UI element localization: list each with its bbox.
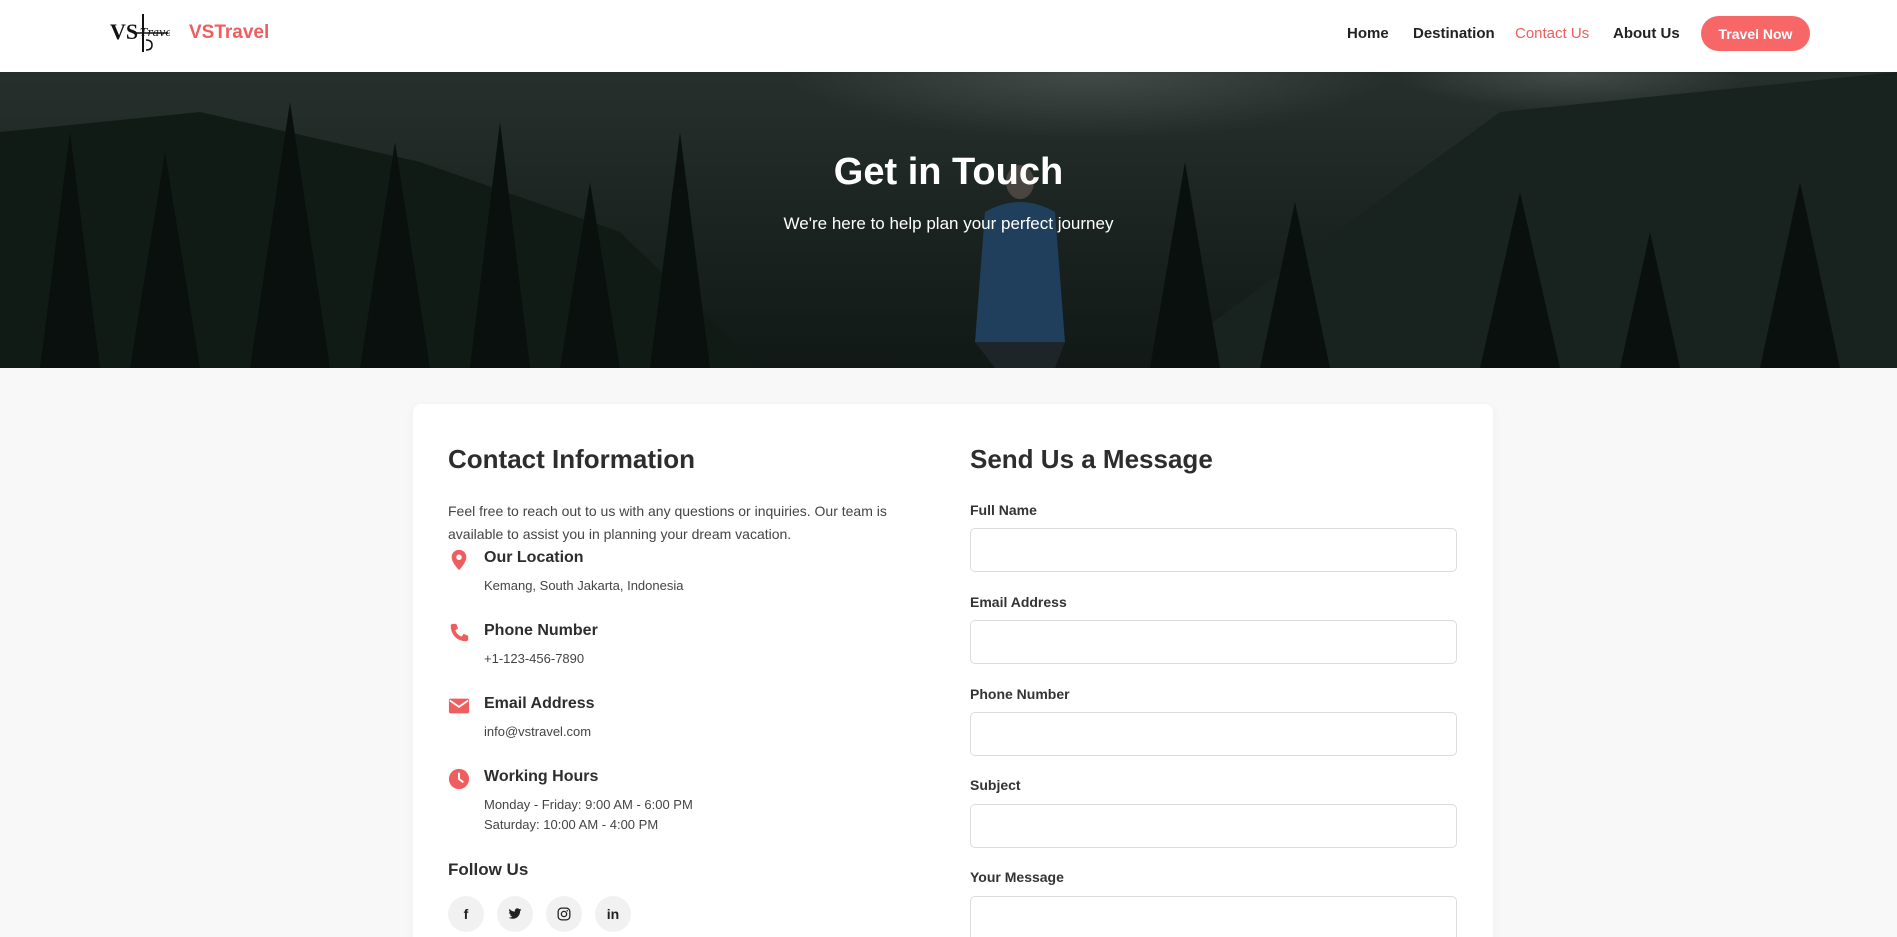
full-name-label: Full Name xyxy=(970,502,1037,518)
hero-banner: Get in Touch We're here to help plan you… xyxy=(0,72,1897,368)
subject-label: Subject xyxy=(970,777,1021,793)
subject-field[interactable] xyxy=(970,804,1457,848)
phone-icon xyxy=(450,623,469,642)
send-message-heading: Send Us a Message xyxy=(970,444,1213,474)
contact-information-heading: Contact Information xyxy=(448,444,695,474)
hero-title: Get in Touch xyxy=(833,151,1064,193)
email-text[interactable]: info@vstravel.com xyxy=(484,722,591,742)
facebook-button[interactable]: f xyxy=(448,896,484,932)
email-address-field[interactable] xyxy=(970,620,1457,664)
svg-text:VS: VS xyxy=(110,19,138,44)
nav-link-about-us[interactable]: About Us xyxy=(1613,25,1680,42)
twitter-icon xyxy=(508,908,522,919)
follow-us-heading: Follow Us xyxy=(448,860,529,879)
email-address-label: Email Address xyxy=(970,594,1067,610)
facebook-icon: f xyxy=(463,906,469,922)
nav-link-home[interactable]: Home xyxy=(1347,25,1389,42)
svg-text:Travel: Travel xyxy=(140,26,170,39)
phone-title: Phone Number xyxy=(484,622,598,639)
hours-saturday-text: Saturday: 10:00 AM - 4:00 PM xyxy=(484,817,659,832)
location-title: Our Location xyxy=(484,549,584,566)
phone-number-field[interactable] xyxy=(970,712,1457,756)
hours-weekday-text: Monday - Friday: 9:00 AM - 6:00 PM xyxy=(484,797,693,812)
location-text: Kemang, South Jakarta, Indonesia xyxy=(484,578,684,593)
phone-number-label: Phone Number xyxy=(970,686,1070,702)
vstravel-logo-icon: VS Travel xyxy=(110,14,176,52)
travel-now-button[interactable]: Travel Now xyxy=(1701,16,1810,51)
map-pin-icon xyxy=(451,549,467,571)
envelope-icon xyxy=(448,698,470,714)
your-message-label: Your Message xyxy=(970,869,1064,885)
email-title: Email Address xyxy=(484,695,595,712)
brand-name[interactable]: VSTravel xyxy=(189,22,269,44)
phone-text[interactable]: +1-123-456-7890 xyxy=(484,649,584,669)
nav-link-contact-us[interactable]: Contact Us xyxy=(1515,25,1589,42)
contact-intro-text: Feel free to reach out to us with any qu… xyxy=(448,503,887,542)
logo[interactable]: VS Travel xyxy=(110,12,176,54)
full-name-field[interactable] xyxy=(970,528,1457,572)
hours-title: Working Hours xyxy=(484,768,599,785)
nav-link-destination[interactable]: Destination xyxy=(1413,25,1495,42)
linkedin-button[interactable]: in xyxy=(595,896,631,932)
message-textarea[interactable] xyxy=(970,896,1457,937)
navbar: VS Travel VSTravel Home Destination Cont… xyxy=(0,0,1897,72)
clock-icon xyxy=(448,768,470,790)
twitter-button[interactable] xyxy=(497,896,533,932)
instagram-icon xyxy=(557,907,571,921)
hero-subtitle: We're here to help plan your perfect jou… xyxy=(783,214,1114,233)
contact-card: Contact Information Feel free to reach o… xyxy=(413,404,1493,937)
linkedin-icon: in xyxy=(606,906,620,922)
instagram-button[interactable] xyxy=(546,896,582,932)
